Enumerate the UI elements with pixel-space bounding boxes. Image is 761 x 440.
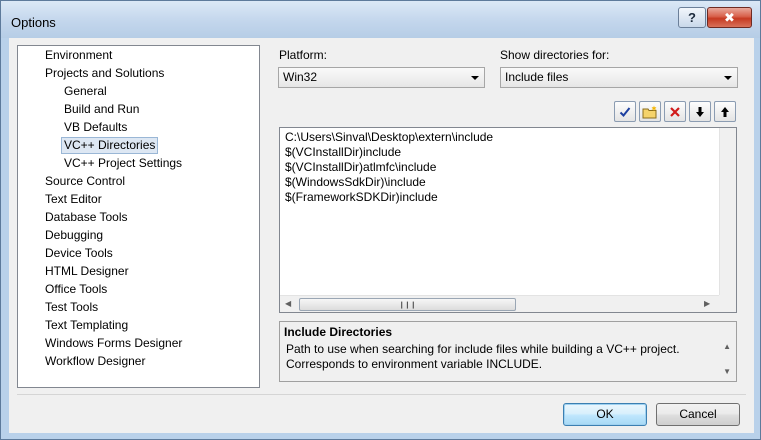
new-line-button[interactable] — [639, 101, 661, 122]
delete-button[interactable] — [664, 101, 686, 122]
horizontal-scrollbar[interactable]: ◀ ❙❙❙ ▶ — [280, 295, 719, 312]
tree-item-build-and-run[interactable]: Build and Run — [62, 101, 141, 118]
tree-item-text-editor[interactable]: Text Editor — [43, 191, 104, 208]
vertical-scrollbar[interactable] — [719, 128, 736, 296]
move-up-button[interactable] — [714, 101, 736, 122]
tree-item-vc-directories[interactable]: VC++ Directories — [61, 137, 159, 154]
list-item[interactable]: C:\Users\Sinval\Desktop\extern\include — [285, 130, 493, 145]
delete-icon — [670, 106, 680, 117]
options-dialog: Options ? ✖ Environment Projects and Sol… — [0, 0, 761, 440]
show-directories-value: Include files — [505, 70, 569, 84]
chevron-down-icon — [471, 76, 479, 80]
help-button[interactable]: ? — [678, 7, 706, 28]
ok-button[interactable]: OK — [563, 403, 647, 426]
scrollbar-corner — [719, 295, 736, 312]
close-button[interactable]: ✖ — [707, 7, 752, 28]
description-text: Path to use when searching for include f… — [286, 342, 680, 371]
tree-item-device-tools[interactable]: Device Tools — [43, 245, 115, 262]
platform-select[interactable]: Win32 — [278, 67, 485, 88]
cancel-button[interactable]: Cancel — [656, 403, 740, 426]
description-panel: Include Directories Path to use when sea… — [279, 321, 737, 382]
tree-item-workflow-designer[interactable]: Workflow Designer — [43, 353, 147, 370]
tree-item-html-designer[interactable]: HTML Designer — [43, 263, 131, 280]
tree-item-debugging[interactable]: Debugging — [43, 227, 105, 244]
tree-item-vc-project-settings[interactable]: VC++ Project Settings — [62, 155, 184, 172]
help-icon: ? — [688, 10, 696, 25]
platform-label: Platform: — [279, 48, 328, 62]
tree-item-general[interactable]: General — [62, 83, 109, 100]
description-title: Include Directories — [284, 325, 393, 339]
move-up-icon — [721, 106, 729, 117]
check-path-button[interactable] — [614, 101, 636, 122]
platform-value: Win32 — [283, 70, 318, 84]
scroll-up-icon[interactable]: ▲ — [723, 342, 731, 351]
show-directories-label: Show directories for: — [500, 48, 610, 62]
close-icon: ✖ — [724, 9, 735, 25]
move-down-icon — [696, 106, 704, 117]
tree-item-source-control[interactable]: Source Control — [43, 173, 127, 190]
checkmark-icon — [619, 106, 631, 117]
horizontal-scroll-thumb[interactable]: ❙❙❙ — [299, 298, 516, 311]
options-tree[interactable]: Environment Projects and Solutions Gener… — [17, 45, 260, 388]
scroll-down-icon[interactable]: ▼ — [723, 367, 731, 376]
list-item[interactable]: $(FrameworkSDKDir)include — [285, 190, 438, 205]
tree-item-projects-and-solutions[interactable]: Projects and Solutions — [43, 65, 166, 82]
divider — [17, 394, 746, 395]
scroll-right-icon[interactable]: ▶ — [704, 299, 710, 308]
list-item[interactable]: $(VCInstallDir)include — [285, 145, 401, 160]
chevron-down-icon — [724, 76, 732, 80]
tree-item-text-templating[interactable]: Text Templating — [43, 317, 130, 334]
tree-item-test-tools[interactable]: Test Tools — [43, 299, 100, 316]
scroll-left-icon[interactable]: ◀ — [285, 299, 291, 308]
list-item[interactable]: $(WindowsSdkDir)\include — [285, 175, 426, 190]
dialog-client-area: Environment Projects and Solutions Gener… — [9, 38, 754, 433]
title-bar[interactable]: Options ? ✖ — [1, 1, 760, 38]
tree-item-windows-forms-designer[interactable]: Windows Forms Designer — [43, 335, 184, 352]
move-down-button[interactable] — [689, 101, 711, 122]
tree-item-office-tools[interactable]: Office Tools — [43, 281, 109, 298]
tree-item-database-tools[interactable]: Database Tools — [43, 209, 130, 226]
list-item[interactable]: $(VCInstallDir)atlmfc\include — [285, 160, 436, 175]
new-folder-icon — [642, 105, 657, 118]
window-title: Options — [11, 15, 56, 30]
show-directories-select[interactable]: Include files — [500, 67, 738, 88]
tree-item-vb-defaults[interactable]: VB Defaults — [62, 119, 129, 136]
tree-item-environment[interactable]: Environment — [43, 47, 114, 64]
directory-list[interactable]: C:\Users\Sinval\Desktop\extern\include $… — [279, 127, 737, 313]
grip-icon: ❙❙❙ — [398, 301, 417, 309]
